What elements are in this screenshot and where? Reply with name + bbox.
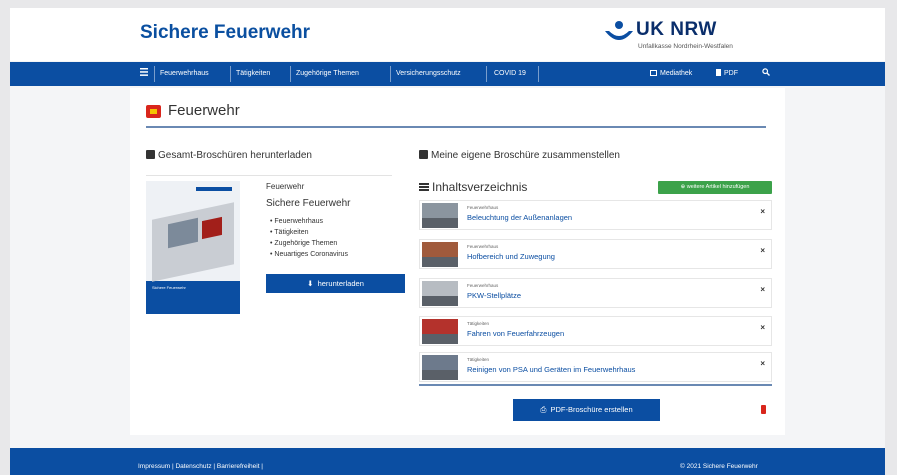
menu-icon[interactable] — [140, 62, 148, 86]
browser-frame: Sichere Feuerwehr UK NRW Unfallkasse Nor… — [10, 8, 885, 475]
remove-icon[interactable]: × — [760, 246, 765, 255]
download-button[interactable]: ⬇ herunterladen — [266, 274, 405, 293]
brochure-small-title: Feuerwehr — [266, 182, 305, 191]
logo-subtitle: Unfallkasse Nordrhein-Westfalen — [638, 43, 733, 50]
article-thumbnail — [422, 319, 458, 344]
article-link[interactable]: PKW-Stellplätze — [467, 291, 521, 300]
article-link[interactable]: Reinigen von PSA und Geräten im Feuerweh… — [467, 365, 635, 374]
fire-truck-icon — [146, 105, 161, 118]
thumbnail-label: Sichere Feuerwehr — [152, 285, 186, 290]
article-category: Feuerwehrhaus — [467, 244, 499, 249]
nav-item-versicherungsschutz[interactable]: Versicherungsschutz — [396, 62, 461, 86]
download-icon: ⬇ — [307, 279, 314, 288]
footer-links[interactable]: Impressum | Datenschutz | Barrierefreihe… — [138, 463, 263, 470]
article-link[interactable]: Hofbereich und Zuwegung — [467, 252, 555, 261]
brochure-icon — [146, 150, 155, 159]
compose-section-label: Meine eigene Broschüre zusammenstellen — [431, 150, 620, 161]
add-articles-label: weitere Artikel hinzufügen — [686, 184, 750, 190]
main-nav: Feuerwehrhaus Tätigkeiten Zugehörige The… — [10, 62, 885, 86]
brochure-thumbnail[interactable]: Sichere Feuerwehr — [146, 181, 240, 314]
uk-nrw-logo[interactable]: UK NRW Unfallkasse Nordrhein-Westfalen — [602, 19, 792, 55]
list-item[interactable]: Feuerwehrhaus PKW-Stellplätze × — [419, 278, 772, 308]
nav-separator — [538, 66, 539, 82]
thumbnail-brand-bar — [196, 187, 232, 191]
remove-icon[interactable]: × — [760, 285, 765, 294]
logo-text: UK NRW — [636, 19, 717, 40]
list-item: Tätigkeiten — [270, 227, 348, 238]
pdf-label: PDF — [724, 70, 738, 77]
pdf-link[interactable]: PDF — [716, 62, 738, 86]
nav-item-feuerwehrhaus[interactable]: Feuerwehrhaus — [160, 62, 209, 86]
nav-item-covid-19[interactable]: COVID 19 — [494, 62, 526, 86]
article-thumbnail — [422, 281, 458, 306]
list-icon — [419, 183, 429, 191]
site-title[interactable]: Sichere Feuerwehr — [140, 22, 310, 44]
nav-item-taetigkeiten[interactable]: Tätigkeiten — [236, 62, 270, 86]
site-footer: Impressum | Datenschutz | Barrierefreihe… — [10, 448, 885, 475]
article-category: Feuerwehrhaus — [467, 205, 499, 210]
list-item[interactable]: Tätigkeiten Reinigen von PSA und Geräten… — [419, 352, 772, 382]
toc-divider — [419, 384, 772, 386]
book-icon — [419, 150, 428, 159]
nav-separator — [154, 66, 155, 82]
article-link[interactable]: Beleuchtung der Außenanlagen — [467, 213, 572, 222]
mediathek-link[interactable]: Mediathek — [650, 62, 692, 86]
download-section-title: Gesamt-Broschüren herunterladen — [146, 150, 312, 161]
page-header: Feuerwehr — [146, 102, 766, 128]
toc-title-label: Inhaltsverzeichnis — [432, 180, 528, 194]
add-articles-button[interactable]: ⊕ weitere Artikel hinzufügen — [658, 181, 772, 194]
footer-copyright: © 2021 Sichere Feuerwehr — [680, 463, 758, 470]
article-thumbnail — [422, 242, 458, 267]
brochure-title: Sichere Feuerwehr — [266, 198, 351, 209]
nav-separator — [230, 66, 231, 82]
remove-icon[interactable]: × — [760, 359, 765, 368]
mediathek-label: Mediathek — [660, 70, 693, 77]
printer-icon: ⎙ — [540, 405, 547, 414]
create-pdf-label: PDF-Broschüre erstellen — [550, 405, 633, 414]
list-item: Neuartiges Coronavirus — [270, 249, 348, 260]
article-category: Tätigkeiten — [467, 321, 490, 326]
nav-separator — [290, 66, 291, 82]
article-link[interactable]: Fahren von Feuerfahrzeugen — [467, 329, 564, 338]
list-item: Feuerwehrhaus — [270, 216, 348, 227]
mediathek-icon — [650, 70, 657, 76]
list-item[interactable]: Tätigkeiten Fahren von Feuerfahrzeugen × — [419, 316, 772, 346]
create-pdf-button[interactable]: ⎙ PDF-Broschüre erstellen — [513, 399, 660, 421]
download-label: herunterladen — [317, 279, 364, 288]
plus-circle-icon: ⊕ — [680, 184, 686, 190]
list-item[interactable]: Feuerwehrhaus Hofbereich und Zuwegung × — [419, 239, 772, 269]
article-category: Tätigkeiten — [467, 357, 490, 362]
compose-section-title: Meine eigene Broschüre zusammenstellen — [419, 150, 620, 161]
search-icon[interactable] — [762, 62, 770, 86]
main-content: Feuerwehr Gesamt-Broschüren herunterlade… — [130, 88, 785, 435]
uk-nrw-logo-icon — [605, 21, 633, 40]
nav-separator — [390, 66, 391, 82]
brochure-contents-list: Feuerwehrhaus Tätigkeiten Zugehörige The… — [270, 216, 348, 260]
article-category: Feuerwehrhaus — [467, 283, 499, 288]
site-header: Sichere Feuerwehr UK NRW Unfallkasse Nor… — [10, 8, 885, 61]
remove-icon[interactable]: × — [760, 207, 765, 216]
nav-item-zugehoerige-themen[interactable]: Zugehörige Themen — [296, 62, 359, 86]
pdf-icon — [716, 69, 721, 76]
remove-icon[interactable]: × — [760, 323, 765, 332]
toc-title: Inhaltsverzeichnis — [419, 180, 527, 194]
divider — [146, 175, 392, 176]
list-item: Zugehörige Themen — [270, 238, 348, 249]
nav-separator — [486, 66, 487, 82]
trash-icon[interactable] — [761, 405, 766, 414]
list-item[interactable]: Feuerwehrhaus Beleuchtung der Außenanlag… — [419, 200, 772, 230]
download-section-label: Gesamt-Broschüren herunterladen — [158, 150, 312, 161]
article-thumbnail — [422, 355, 458, 380]
page-title: Feuerwehr — [168, 102, 240, 119]
article-thumbnail — [422, 203, 458, 228]
